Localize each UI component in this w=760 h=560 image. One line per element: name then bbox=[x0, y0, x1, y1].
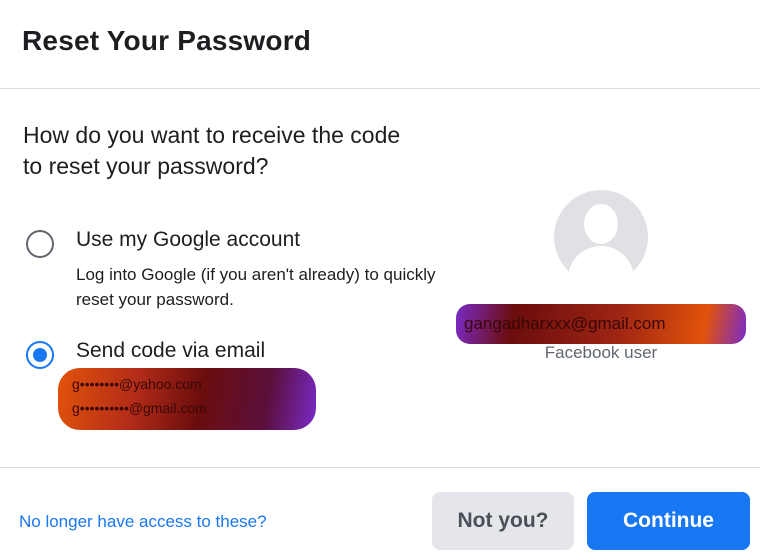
redacted-email: g••••••••@yahoo.com bbox=[72, 376, 202, 392]
google-account-label[interactable]: Use my Google account bbox=[76, 228, 300, 252]
avatar bbox=[554, 190, 648, 284]
avatar-body-icon bbox=[568, 246, 634, 284]
not-you-button[interactable]: Not you? bbox=[432, 492, 574, 550]
redacted-profile-email: gangadharxxx@gmail.com bbox=[456, 304, 746, 344]
no-access-link[interactable]: No longer have access to these? bbox=[19, 512, 267, 532]
reset-method-question: How do you want to receive the code to r… bbox=[23, 122, 401, 179]
profile-card: gangadharxxx@gmail.com Facebook user bbox=[450, 185, 750, 375]
avatar-head-icon bbox=[584, 204, 618, 244]
redacted-email-list: g••••••••@yahoo.com g••••••••••@gmail.co… bbox=[58, 368, 316, 430]
dialog-header: Reset Your Password bbox=[0, 0, 760, 89]
send-email-radio[interactable] bbox=[26, 341, 54, 369]
profile-subtitle: Facebook user bbox=[544, 343, 658, 362]
google-account-radio[interactable] bbox=[26, 230, 54, 258]
redacted-email: g••••••••••@gmail.com bbox=[72, 400, 207, 416]
google-account-description: Log into Google (if you aren't already) … bbox=[76, 265, 436, 309]
continue-button[interactable]: Continue bbox=[587, 492, 750, 550]
send-email-label[interactable]: Send code via email bbox=[76, 339, 265, 363]
profile-email: gangadharxxx@gmail.com bbox=[464, 314, 666, 333]
dialog-title: Reset Your Password bbox=[22, 25, 312, 56]
footer-divider bbox=[0, 467, 760, 468]
